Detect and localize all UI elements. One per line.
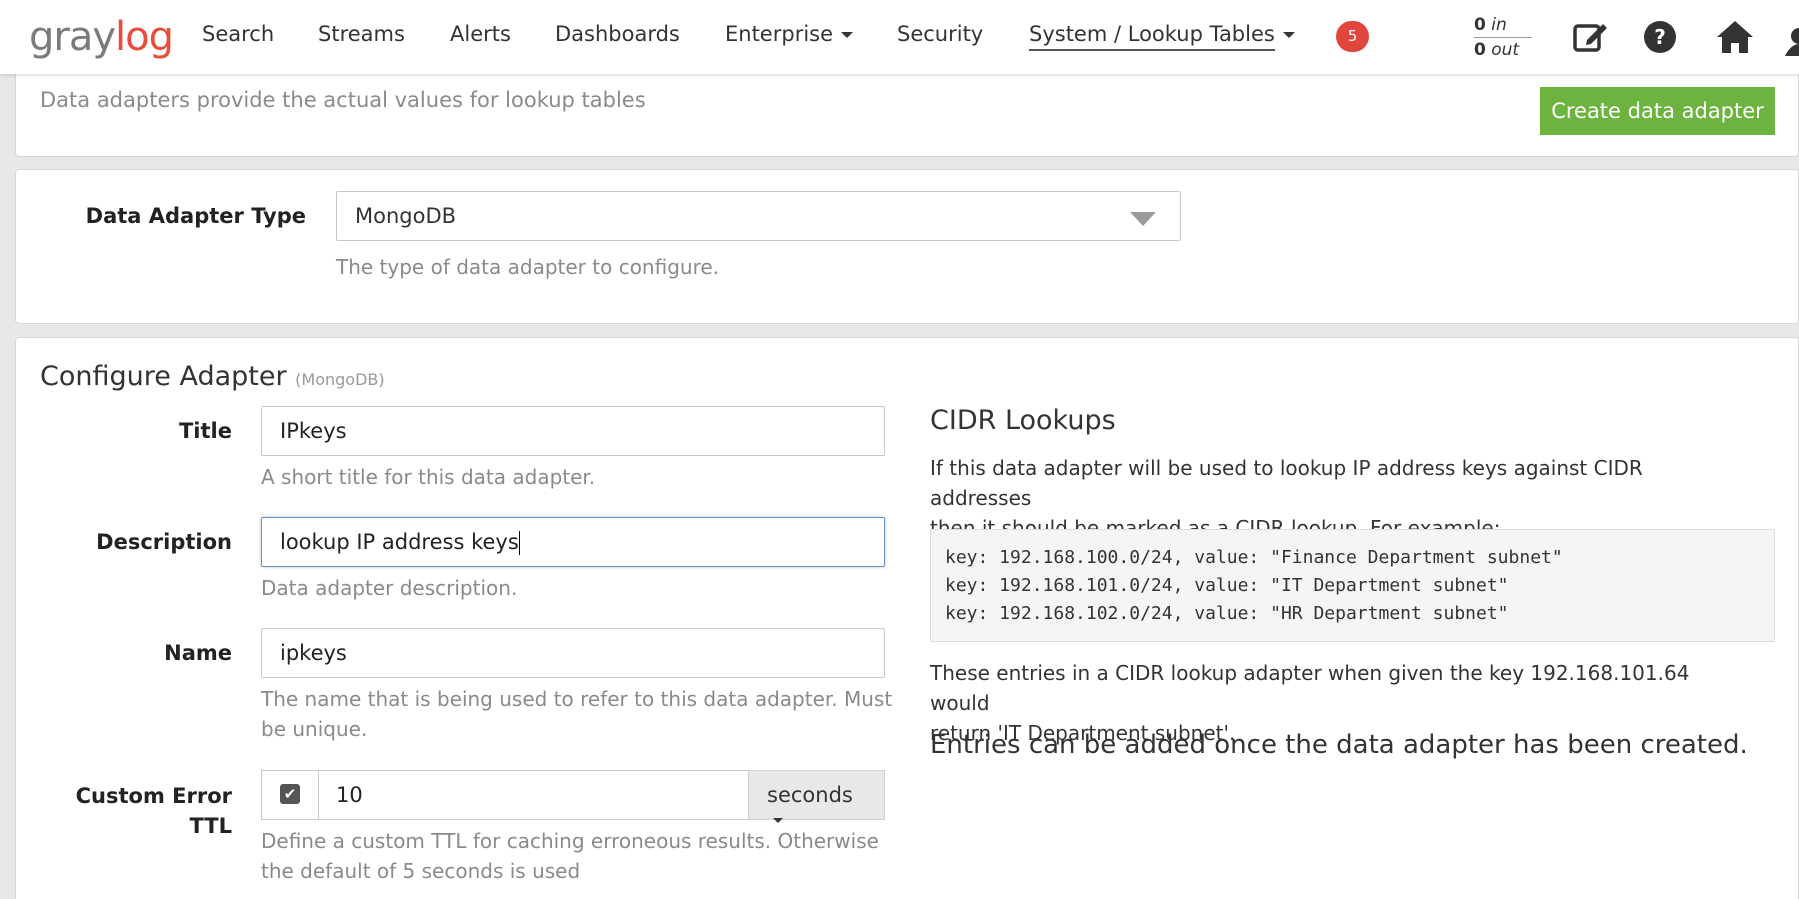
description-help: Data adapter description. [261,576,518,600]
svg-text:?: ? [1654,25,1666,49]
edit-icon[interactable] [1571,18,1609,56]
configure-title-suffix: (MongoDB) [295,370,385,389]
code-line: key: 192.168.101.0/24, value: "IT Depart… [945,575,1509,596]
configure-adapter-panel: Configure Adapter (MongoDB) Title IPkeys… [15,337,1799,899]
nav-streams[interactable]: Streams [318,22,405,46]
cidr-code-example: key: 192.168.100.0/24, value: "Finance D… [930,529,1775,642]
throughput-counter[interactable]: 0 in 0 out [1474,13,1532,62]
create-data-adapter-button[interactable]: Create data adapter [1540,87,1775,135]
user-icon[interactable] [1785,18,1799,56]
custom-error-ttl-group: ✔ 10 seconds [261,770,885,823]
nav-dashboards[interactable]: Dashboards [555,22,680,46]
code-line: key: 192.168.102.0/24, value: "HR Depart… [945,603,1509,624]
top-navbar: graylog Search Streams Alerts Dashboards… [0,0,1799,74]
ttl-help: Define a custom TTL for caching erroneou… [261,829,879,883]
ttl-unit-label: seconds [767,783,853,807]
name-label: Name [164,641,232,665]
nav-security[interactable]: Security [897,22,983,46]
custom-error-ttl-label: Custom Error TTL [75,784,232,838]
title-label: Title [178,419,232,443]
adapter-type-value: MongoDB [355,204,457,228]
graylog-logo[interactable]: graylog [29,14,174,60]
nav-enterprise[interactable]: Enterprise [725,22,854,46]
help-icon[interactable]: ? [1641,18,1679,56]
dropdown-arrow-icon [1130,212,1156,226]
cidr-entries-note: Entries can be added once the data adapt… [930,730,1748,760]
code-line: key: 192.168.100.0/24, value: "Finance D… [945,547,1563,568]
chevron-down-icon [1282,32,1295,38]
ttl-unit-dropdown[interactable]: seconds [748,770,885,823]
cidr-lookups-title: CIDR Lookups [930,405,1116,436]
header-panel: Data adapters provide the actual values … [15,60,1799,157]
title-help: A short title for this data adapter. [261,465,596,489]
description-label: Description [96,530,232,554]
chevron-down-icon [841,32,854,38]
home-icon[interactable] [1715,18,1755,56]
configure-title: Configure Adapter (MongoDB) [40,361,385,392]
ttl-value-input[interactable]: 10 [318,770,749,820]
ttl-checkbox[interactable]: ✔ [280,784,300,804]
nav-enterprise-label: Enterprise [725,22,834,46]
nav-alerts[interactable]: Alerts [450,22,511,46]
notification-badge[interactable]: 5 [1336,21,1369,52]
chevron-down-icon [773,817,783,823]
nav-system-label: System / Lookup Tables [1029,22,1275,51]
adapter-type-select[interactable]: MongoDB [336,191,1181,241]
nav-search[interactable]: Search [202,22,274,46]
page-subtitle: Data adapters provide the actual values … [40,88,646,112]
description-input[interactable]: lookup IP address keys [261,517,885,567]
title-input[interactable]: IPkeys [261,406,885,456]
ttl-checkbox-wrapper[interactable]: ✔ [261,770,319,820]
name-input[interactable]: ipkeys [261,628,885,678]
nav-system[interactable]: System / Lookup Tables [1029,22,1295,51]
description-value: lookup IP address keys [280,530,519,554]
adapter-type-help: The type of data adapter to configure. [336,255,720,279]
text-cursor [518,531,520,555]
adapter-type-panel: Data Adapter Type MongoDB The type of da… [15,169,1799,324]
name-help: The name that is being used to refer to … [261,687,893,741]
adapter-type-label: Data Adapter Type [85,204,306,228]
